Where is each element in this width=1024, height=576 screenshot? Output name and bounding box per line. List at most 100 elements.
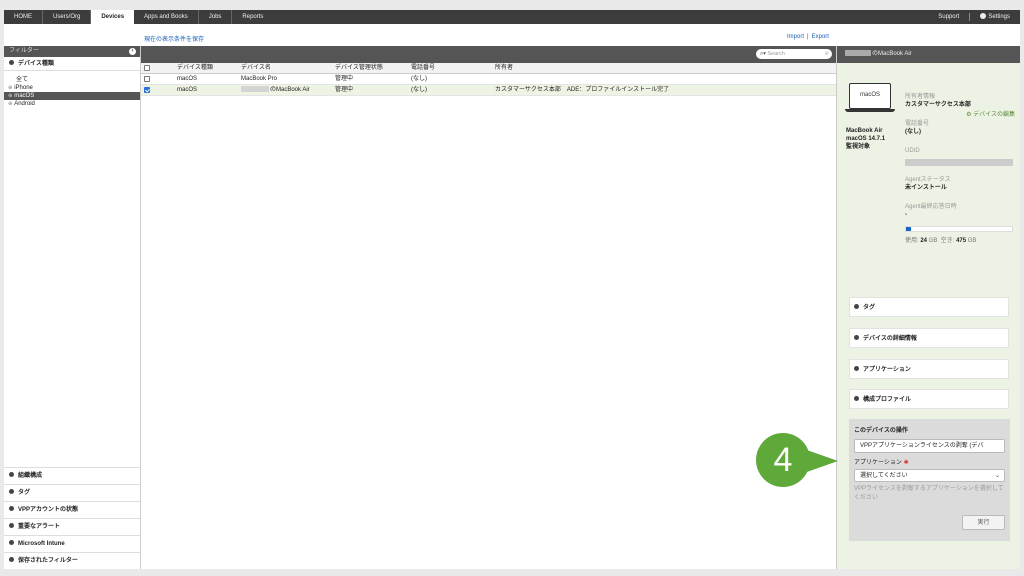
disk-free-value: 475 [956, 238, 967, 244]
device-type-all[interactable]: 全て [4, 76, 140, 84]
row-checkbox-cell [141, 85, 153, 95]
chevron-down-icon: ⌄ [994, 473, 1000, 479]
section-label: VPPアカウントの状態 [18, 507, 79, 513]
accordion-tags[interactable]: タグ [849, 297, 1009, 317]
device-detail-panel: のMacBook Air macOS MacBook Air macOS 14.… [837, 46, 1020, 569]
device-supervised: 監視対象 [846, 144, 871, 150]
nav-home[interactable]: HOME [4, 10, 43, 24]
nav-support[interactable]: Support [928, 10, 969, 24]
edit-device-label: デバイスの編集 [973, 112, 1015, 118]
device-name-text: のMacBook Air [270, 87, 310, 93]
section-label: Microsoft Intune [18, 541, 65, 547]
cell-management-state: 管理中 [335, 87, 354, 93]
accordion-label: タグ [863, 305, 876, 311]
accordion-config-profiles[interactable]: 構成プロファイル [849, 389, 1009, 409]
section-label: 保存されたフィルター [18, 558, 78, 564]
device-summary: MacBook Air macOS 14.7.1 監視対象 [846, 127, 885, 151]
accordion-device-details[interactable]: デバイスの詳細情報 [849, 328, 1009, 348]
cell-device-type: macOS [177, 87, 198, 93]
plus-icon: ⊕ [8, 85, 13, 91]
section-label: 重要なアラート [18, 524, 61, 530]
table-row[interactable]: macOS MacBook Pro 管理中 (なし) [141, 74, 836, 85]
expand-icon [9, 506, 14, 511]
device-table: ⌕▾ Search ⊗ デバイス種類 デバイス名 デバイス管理状態 電話番号 所有… [141, 46, 837, 569]
device-type-macos[interactable]: ⊕ macOS [4, 92, 140, 100]
application-select[interactable]: 選択してください ⌄ [854, 469, 1005, 482]
settings-label: Settings [988, 14, 1010, 20]
section-org[interactable]: 組織構成 [4, 467, 140, 484]
col-management-state[interactable]: デバイス管理状態 [333, 63, 409, 73]
section-alerts[interactable]: 重要なアラート [4, 518, 140, 535]
row-checkbox[interactable] [144, 76, 150, 82]
section-tag[interactable]: タグ [4, 484, 140, 501]
section-vpp[interactable]: VPPアカウントの状態 [4, 501, 140, 518]
nav-jobs[interactable]: Jobs [199, 10, 233, 24]
cell-device-name: のMacBook Air [239, 85, 333, 95]
cell-device-type: macOS [177, 76, 198, 82]
redacted-block [241, 86, 269, 92]
filter-header-label: フィルター [9, 48, 39, 54]
app-frame: HOME Users/Org Devices Apps and Books Jo… [0, 0, 1024, 576]
expand-icon [854, 304, 859, 309]
cell-device-name: MacBook Pro [241, 76, 278, 82]
device-type-label: Android [14, 101, 35, 107]
laptop-base [845, 109, 895, 112]
agent-status-label: Agentステータス [905, 177, 951, 183]
run-button[interactable]: 実行 [962, 515, 1005, 530]
expand-icon [9, 557, 14, 562]
save-filter-link[interactable]: 現在の表示条件を保存 [144, 34, 204, 43]
expand-icon [9, 523, 14, 528]
import-link[interactable]: Import [787, 34, 804, 40]
udid-redacted [905, 159, 1013, 166]
owner-value: カスタマーサクセス本部 [905, 102, 971, 108]
disk-free-label: 空き: [940, 238, 955, 244]
device-type-android[interactable]: ⊕ Android [4, 100, 140, 108]
detail-header: のMacBook Air [837, 46, 1020, 63]
device-info: macOS MacBook Air macOS 14.7.1 監視対象 所有者情… [837, 63, 1020, 253]
nav-reports[interactable]: Reports [232, 10, 273, 24]
clear-icon[interactable]: ⊗ [824, 49, 829, 59]
expand-icon [854, 366, 859, 371]
device-type-section[interactable]: デバイス種類 [4, 57, 140, 71]
search-input[interactable]: ⌕▾ Search ⊗ [756, 49, 832, 59]
disk-usage-bar [905, 226, 1013, 232]
nav-right: Support Settings [928, 10, 1020, 24]
expand-icon [9, 60, 14, 65]
device-type-label: macOS [14, 93, 35, 99]
col-owner[interactable]: 所有者 [493, 63, 836, 73]
col-device-type[interactable]: デバイス種類 [153, 63, 239, 73]
table-toolbar: ⌕▾ Search ⊗ [141, 46, 836, 63]
accordion-label: 構成プロファイル [863, 397, 912, 403]
collapse-icon[interactable]: ‹ [129, 48, 136, 55]
row-checkbox-checked[interactable] [144, 87, 150, 93]
plus-icon: ⊕ [8, 101, 13, 107]
operation-select[interactable]: VPPアプリケーションライセンスの剥奪 (デバ [854, 439, 1005, 453]
cell-owner [493, 74, 836, 84]
gear-icon [980, 13, 987, 19]
device-type-iphone[interactable]: ⊕ iPhone [4, 84, 140, 92]
agent-response-value: - [905, 212, 907, 218]
edit-device-link[interactable]: ⚙ デバイスの編集 [905, 110, 1015, 120]
info-column: 所有者情報 カスタマーサクセス本部 ⚙ デバイスの編集 電話番号 (なし) UD… [905, 93, 1015, 244]
import-export: Import | Export [787, 34, 829, 40]
row-checkbox-cell [141, 74, 153, 84]
cell-phone: (なし) [411, 87, 427, 93]
nav-settings[interactable]: Settings [970, 10, 1020, 24]
section-label: 組織構成 [18, 473, 43, 479]
export-link[interactable]: Export [812, 34, 829, 40]
col-phone[interactable]: 電話番号 [409, 63, 493, 73]
step-badge: 4 [756, 433, 810, 487]
page: 現在の表示条件を保存 Import | Export フィルター ‹ デバイス種類 … [4, 24, 1020, 569]
nav-devices[interactable]: Devices [91, 10, 135, 24]
redacted-block [845, 50, 871, 56]
select-all-checkbox[interactable] [144, 65, 150, 71]
disk-used-value: 24 [920, 238, 928, 244]
nav-apps-books[interactable]: Apps and Books [134, 10, 199, 24]
table-row-selected[interactable]: macOS のMacBook Air 管理中 (なし) カスタマーサクセス本部 … [141, 85, 836, 96]
accordion-applications[interactable]: アプリケーション [849, 359, 1009, 379]
col-device-name[interactable]: デバイス名 [239, 63, 333, 73]
nav-users-org[interactable]: Users/Org [43, 10, 92, 24]
section-saved-filters[interactable]: 保存されたフィルター [4, 552, 140, 569]
section-intune[interactable]: Microsoft Intune [4, 535, 140, 552]
owner-label: 所有者情報 [905, 94, 936, 100]
